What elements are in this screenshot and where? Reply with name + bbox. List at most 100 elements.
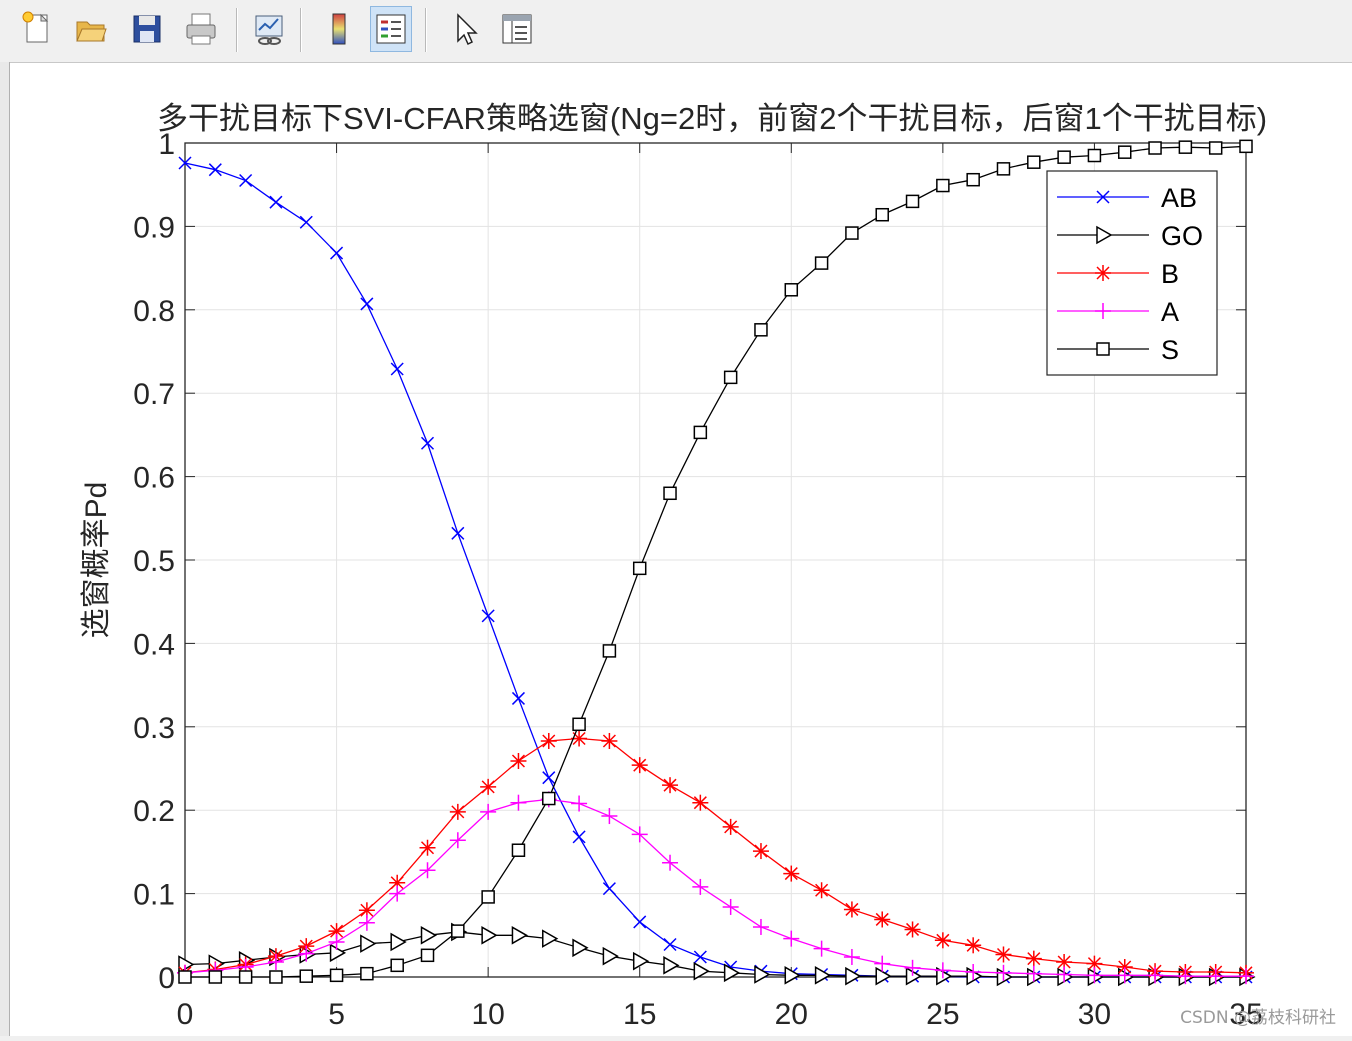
marker-s: [996, 162, 1011, 176]
insert-legend-button[interactable]: [370, 6, 412, 52]
toolbar-separator: [300, 8, 302, 52]
x-tick-label: 10: [471, 998, 504, 1031]
marker-s: [1087, 148, 1102, 163]
marker-b: [601, 732, 618, 749]
marker-b: [752, 843, 769, 860]
figure-canvas: 0 5 10 15 20 25 30 35 0 0.1 0.2 0.3 0.4 0.5 0.6 0.7 0.8 0…: [10, 63, 1352, 1036]
x-tick-label: 5: [328, 998, 345, 1031]
marker-s: [451, 924, 465, 938]
new-figure-button[interactable]: [16, 6, 58, 52]
y-tick-label: 0.1: [133, 879, 175, 912]
legend-label: S: [1161, 335, 1179, 365]
legend-label: AB: [1161, 183, 1197, 213]
legend-marker: [1095, 265, 1111, 281]
figure-toolbar: [0, 0, 1352, 63]
marker-b: [813, 882, 830, 899]
y-tick-label: 0.9: [133, 211, 175, 244]
marker-b: [934, 932, 951, 949]
marker-s: [1148, 141, 1162, 155]
new-figure-icon: [22, 11, 49, 43]
marker-s: [845, 226, 859, 240]
edit-plot-pointer-button[interactable]: [444, 6, 486, 52]
marker-s: [693, 425, 708, 440]
open-file-icon: [76, 21, 107, 42]
toolbar-separator: [425, 8, 427, 52]
chart-title: 多干扰目标下SVI-CFAR策略选窗(Ng=2时，前窗2个干扰目标，后窗1个干扰…: [157, 101, 1267, 136]
marker-s: [754, 323, 768, 337]
x-tick-label: 20: [775, 998, 808, 1031]
marker-s: [420, 948, 435, 963]
marker-s: [602, 644, 617, 658]
marker-s: [481, 890, 495, 904]
marker-b: [874, 911, 891, 928]
marker-b: [419, 839, 436, 856]
legend-label: B: [1161, 259, 1179, 289]
property-inspector-button[interactable]: [496, 6, 538, 52]
marker-s: [299, 969, 314, 983]
x-tick-label: 15: [623, 998, 656, 1031]
print-icon: [186, 13, 216, 45]
marker-s: [572, 717, 586, 732]
marker-b: [480, 778, 497, 795]
marker-b: [1025, 950, 1042, 967]
legend-label: A: [1161, 297, 1179, 327]
watermark: CSDN @荔枝科研社: [1180, 1008, 1336, 1028]
marker-b: [783, 865, 800, 882]
marker-b: [631, 757, 648, 774]
marker-s: [1027, 155, 1041, 169]
marker-s: [1117, 145, 1132, 159]
y-tick-label: 0: [158, 962, 175, 995]
marker-s: [542, 791, 556, 806]
marker-s: [966, 172, 980, 187]
marker-s: [1239, 139, 1253, 154]
marker-s: [238, 970, 253, 984]
x-tick-label: 30: [1078, 998, 1111, 1031]
marker-b: [722, 818, 739, 835]
marker-s: [511, 843, 526, 857]
marker-s: [329, 968, 344, 983]
legend-marker: [1096, 342, 1110, 356]
marker-b: [965, 937, 982, 954]
save-icon: [133, 15, 161, 43]
print-button[interactable]: [180, 6, 222, 52]
marker-s: [1057, 150, 1071, 164]
marker-s: [269, 970, 283, 984]
y-tick-label: 0.6: [133, 462, 175, 495]
marker-b: [510, 752, 527, 769]
link-plot-button[interactable]: [248, 6, 290, 52]
marker-s: [1208, 141, 1223, 155]
y-tick-label: 0.2: [133, 795, 175, 828]
marker-b: [843, 901, 860, 918]
marker-s: [905, 194, 920, 209]
marker-b: [692, 794, 709, 811]
edit-plot-pointer-icon: [457, 13, 478, 46]
marker-s: [875, 207, 889, 222]
y-axis-label: 选窗概率Pd: [80, 482, 113, 639]
marker-b: [662, 777, 679, 794]
toolbar-separator: [236, 8, 238, 52]
window-left-edge: [0, 62, 10, 1036]
marker-s: [208, 970, 223, 984]
marker-b: [904, 921, 921, 938]
x-tick-label: 25: [926, 998, 959, 1031]
link-plot-icon: [255, 15, 283, 45]
y-tick-label: 0.3: [133, 712, 175, 745]
marker-s: [360, 966, 374, 981]
marker-s: [390, 958, 404, 973]
open-file-button[interactable]: [70, 6, 112, 52]
y-tick-label: 0.7: [133, 378, 175, 411]
marker-s: [663, 486, 677, 501]
marker-s: [178, 970, 192, 984]
marker-b: [540, 732, 557, 749]
marker-s: [814, 256, 829, 270]
insert-colorbar-button[interactable]: [318, 6, 360, 52]
legend[interactable]: AB GO BAS: [1046, 170, 1218, 376]
y-tick-label: 0.4: [133, 628, 175, 661]
marker-s: [1178, 140, 1193, 154]
marker-s: [632, 561, 647, 576]
chart: 0 5 10 15 20 25 30 3500.10.20.30.40.50.60.70.80…: [80, 101, 1267, 1031]
insert-legend-icon: [376, 14, 406, 44]
y-tick-label: 0.8: [133, 295, 175, 328]
insert-colorbar-icon: [332, 13, 346, 45]
save-button[interactable]: [126, 6, 168, 52]
